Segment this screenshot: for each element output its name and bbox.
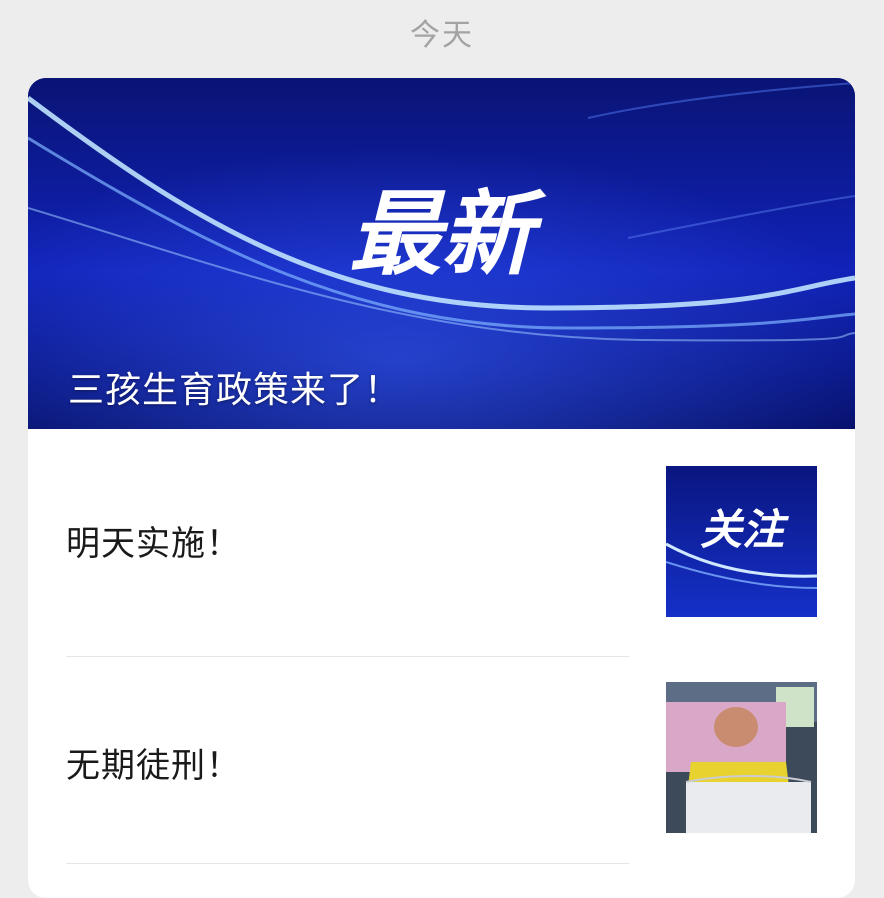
item-divider	[66, 863, 629, 864]
cover-title: 三孩生育政策来了！	[68, 370, 402, 411]
list-item[interactable]: 明天实施！ 关注	[66, 466, 818, 618]
item-title: 明天实施！	[66, 524, 241, 564]
item-title: 无期徒刑！	[66, 746, 241, 786]
list-item[interactable]: 无期徒刑！	[66, 682, 818, 836]
thumb-badge-text: 关注	[700, 505, 790, 554]
date-separator: 今天	[410, 18, 474, 53]
article-cover[interactable]: 最新 三孩生育政策来了！	[28, 78, 855, 429]
item-thumbnail-photo	[666, 682, 817, 833]
article-card: 最新 三孩生育政策来了！ 明天实施！ 关注 无期徒刑！	[28, 78, 855, 898]
item-thumbnail: 关注	[666, 466, 817, 617]
item-divider	[66, 656, 629, 657]
cover-badge-text: 最新	[349, 180, 547, 288]
